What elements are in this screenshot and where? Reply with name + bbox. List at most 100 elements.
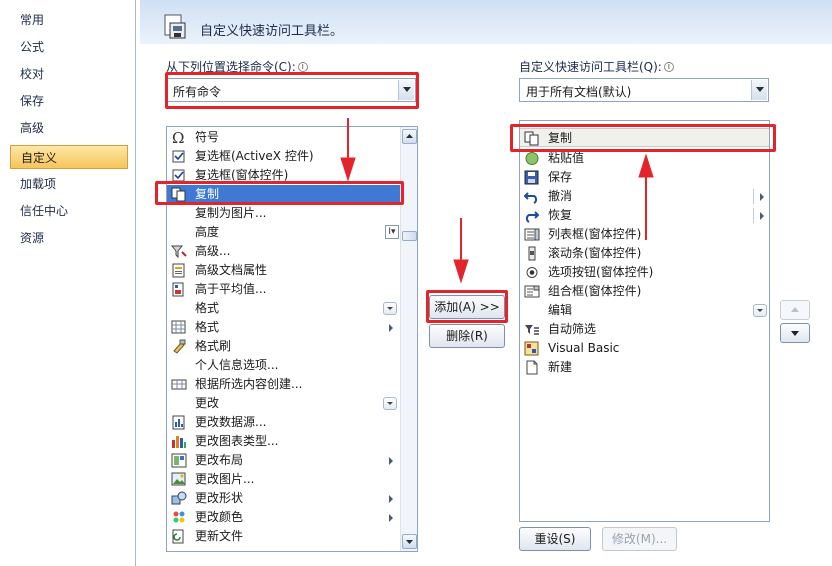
- list-item-label: 复制为图片...: [195, 206, 267, 220]
- list-item[interactable]: 高级...: [167, 242, 401, 261]
- nav-item-proofing[interactable]: 校对: [10, 62, 128, 86]
- list-item-label: 更改形状: [195, 491, 244, 505]
- add-button[interactable]: 添加(A) >>: [429, 295, 505, 319]
- commands-list[interactable]: Ω 符号 复选框(ActiveX 控件) 复选框(窗体控件) 复制 复制为图片.…: [166, 126, 418, 552]
- list-item-label: 自动筛选: [548, 322, 597, 336]
- submenu-arrow-icon: [389, 514, 393, 522]
- list-item[interactable]: 格式: [167, 299, 401, 318]
- list-item[interactable]: 恢复: [520, 206, 769, 225]
- new-document-icon: [526, 360, 538, 375]
- copy-icon: [171, 187, 186, 202]
- nav-item-advanced[interactable]: 高级: [10, 116, 128, 140]
- colors-icon: [173, 511, 185, 523]
- list-item-label: 编辑: [548, 303, 573, 317]
- list-item-label: 更改颜色: [195, 510, 244, 524]
- list-item-label: 选项按钮(窗体控件): [548, 265, 654, 279]
- list-item[interactable]: 更改图表类型...: [167, 432, 401, 451]
- list-item[interactable]: 粘贴值: [520, 149, 769, 168]
- list-item[interactable]: 撤消: [520, 187, 769, 206]
- scroll-down-button[interactable]: [402, 534, 417, 549]
- modify-button[interactable]: 修改(M)...: [602, 527, 677, 551]
- list-item-label: 格式: [195, 320, 220, 334]
- list-item-selected[interactable]: 复制: [520, 128, 769, 147]
- listbox-icon: [524, 228, 540, 241]
- dropdown-value: 用于所有文档(默认): [526, 85, 632, 99]
- list-item[interactable]: 格式刷: [167, 337, 401, 356]
- redo-icon: [525, 211, 540, 223]
- list-item-label: 粘贴值: [548, 151, 585, 165]
- reset-button[interactable]: 重设(S): [519, 527, 591, 551]
- toolbar-scope-dropdown[interactable]: 用于所有文档(默认): [519, 78, 769, 102]
- list-item[interactable]: 复选框(ActiveX 控件): [167, 147, 401, 166]
- list-item[interactable]: 格式: [167, 318, 401, 337]
- list-item-label: 复制: [195, 187, 220, 201]
- list-item-label: 符号: [195, 130, 220, 144]
- list-item[interactable]: 保存: [520, 168, 769, 187]
- list-item[interactable]: 更改图片...: [167, 470, 401, 489]
- above-average-icon: [172, 282, 184, 297]
- commands-list-scrollbar[interactable]: [400, 127, 417, 551]
- list-item[interactable]: Ω 符号: [167, 128, 401, 147]
- dropdown-value: 所有命令: [173, 85, 222, 99]
- list-item[interactable]: 高于平均值...: [167, 280, 401, 299]
- list-item[interactable]: 根据所选内容创建...: [167, 375, 401, 394]
- choose-commands-dropdown[interactable]: 所有命令: [166, 78, 416, 102]
- list-item-label: 高级文档属性: [195, 263, 268, 277]
- combobox-icon: [524, 285, 540, 298]
- chart-type-icon: [172, 436, 186, 448]
- list-item[interactable]: 复选框(窗体控件): [167, 166, 401, 185]
- list-item[interactable]: 高级文档属性: [167, 261, 401, 280]
- nav-item-save[interactable]: 保存: [10, 89, 128, 113]
- nav-item-addins[interactable]: 加载项: [10, 172, 128, 196]
- list-item[interactable]: Visual Basic: [520, 339, 769, 358]
- list-item[interactable]: 复制为图片...: [167, 204, 401, 223]
- list-item[interactable]: 更新文件: [167, 527, 401, 546]
- list-item[interactable]: 更改形状: [167, 489, 401, 508]
- chevron-down-icon[interactable]: [398, 80, 414, 100]
- toolbar-commands-list[interactable]: 复制 粘贴值 保存 撤消 恢复 列表框(窗体控件) 滚动条(窗体控件) 选项按钮…: [519, 120, 770, 522]
- nav-item-common[interactable]: 常用: [10, 8, 128, 32]
- submenu-arrow-icon: [760, 212, 764, 220]
- list-item[interactable]: 自动筛选: [520, 320, 769, 339]
- list-item[interactable]: 滚动条(窗体控件): [520, 244, 769, 263]
- list-item[interactable]: 更改布局: [167, 451, 401, 470]
- chevron-down-icon[interactable]: [751, 80, 767, 100]
- list-item-label: 撤消: [548, 189, 573, 203]
- list-item[interactable]: 新建: [520, 358, 769, 377]
- list-item[interactable]: 高度 I▾: [167, 223, 401, 242]
- change-data-source-icon: [172, 415, 185, 430]
- customize-panel: 自定义快速访问工具栏。 从下列位置选择命令(C): i 自定义快速访问工具栏(Q)…: [140, 0, 832, 566]
- list-item-label: 恢复: [548, 208, 573, 222]
- list-item-label: 新建: [548, 360, 573, 374]
- list-item[interactable]: 更改颜色: [167, 508, 401, 527]
- list-item[interactable]: 组合框(窗体控件): [520, 282, 769, 301]
- remove-button[interactable]: 删除(R): [429, 324, 505, 348]
- split-separator: [753, 208, 754, 223]
- list-item-label: 高级...: [195, 244, 231, 258]
- list-item-selected[interactable]: 复制: [167, 185, 401, 204]
- quick-access-toolbar-icon: [164, 14, 186, 39]
- nav-item-resources[interactable]: 资源: [10, 226, 128, 250]
- dropdown-indicator-icon: [383, 302, 397, 315]
- list-item-label: 个人信息选项...: [195, 358, 279, 372]
- nav-item-customize[interactable]: 自定义: [10, 145, 128, 169]
- options-nav: 常用 公式 校对 保存 高级 自定义 加载项 信任中心 资源: [0, 0, 136, 566]
- nav-item-formulas[interactable]: 公式: [10, 35, 128, 59]
- scroll-up-button[interactable]: [402, 129, 417, 144]
- move-down-button[interactable]: [780, 323, 810, 343]
- move-up-button[interactable]: [780, 300, 810, 320]
- list-item[interactable]: 编辑: [520, 301, 769, 320]
- list-item-label: 高于平均值...: [195, 282, 267, 296]
- scrollbar-icon: [528, 246, 536, 261]
- list-item[interactable]: 更改数据源...: [167, 413, 401, 432]
- update-file-icon: [172, 529, 184, 544]
- dropdown-indicator-icon: [383, 397, 397, 410]
- nav-item-trust-center[interactable]: 信任中心: [10, 199, 128, 223]
- list-item[interactable]: 选项按钮(窗体控件): [520, 263, 769, 282]
- list-item[interactable]: 更改: [167, 394, 401, 413]
- list-item-label: 列表框(窗体控件): [548, 227, 642, 241]
- list-item-label: 复制: [548, 131, 573, 145]
- list-item[interactable]: 个人信息选项...: [167, 356, 401, 375]
- scroll-thumb[interactable]: [402, 231, 417, 241]
- list-item[interactable]: 列表框(窗体控件): [520, 225, 769, 244]
